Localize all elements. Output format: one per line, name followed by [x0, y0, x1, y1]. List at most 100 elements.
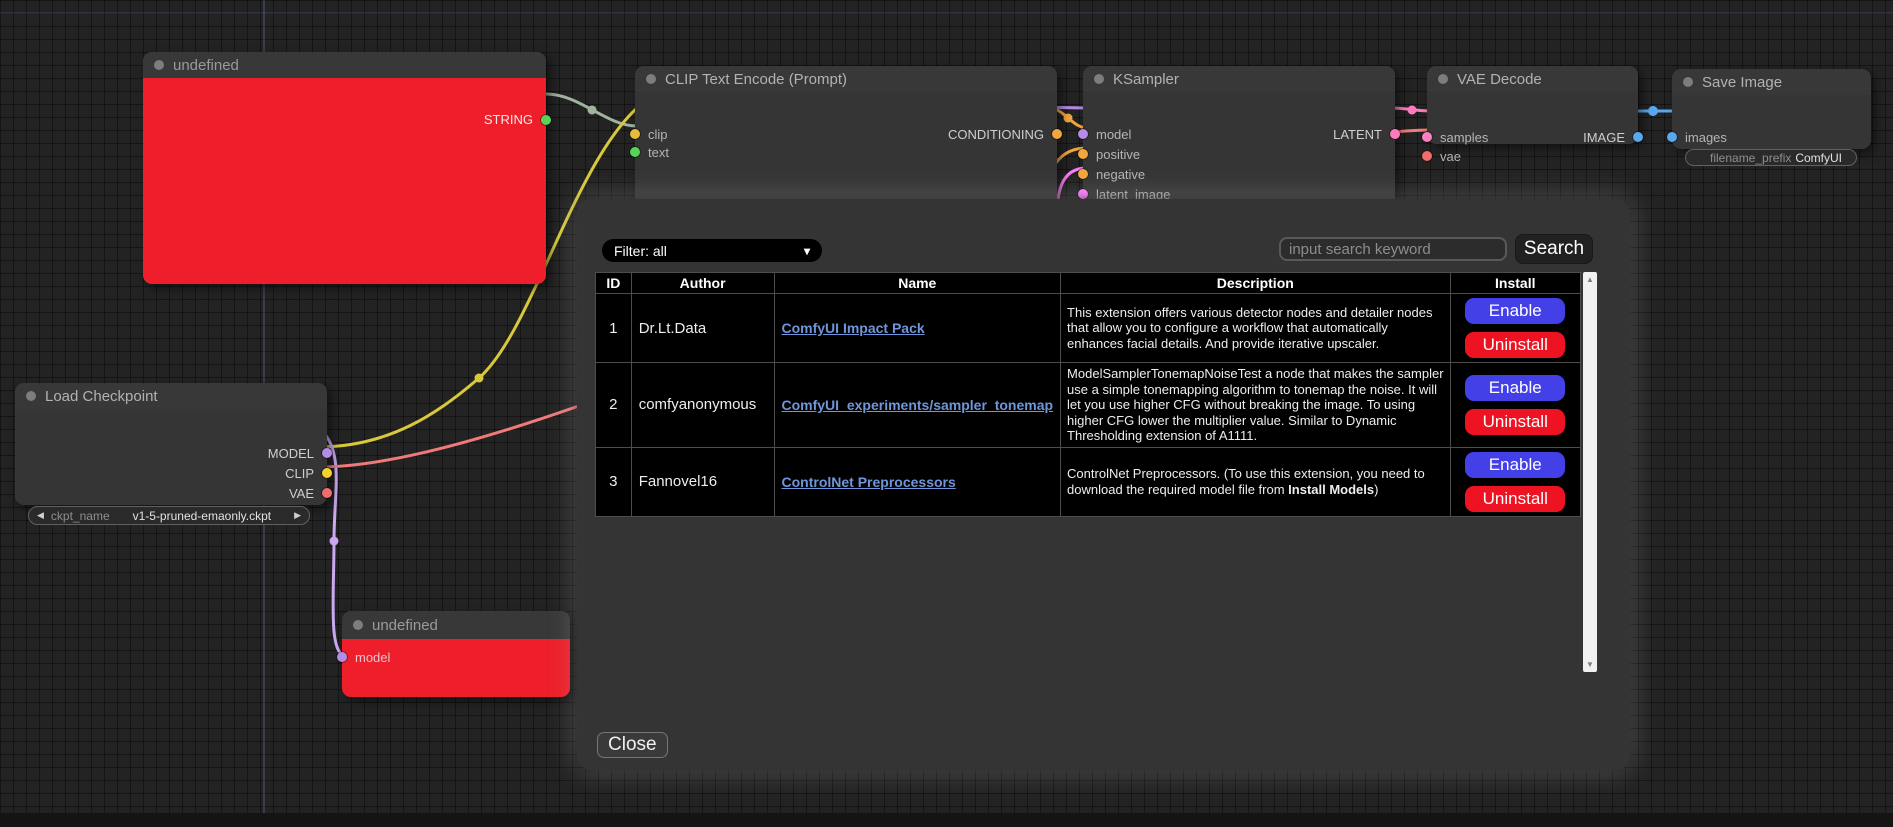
input-port-clip[interactable]	[630, 129, 640, 139]
node-error-body: model	[342, 639, 570, 697]
input-port-positive[interactable]	[1078, 149, 1088, 159]
output-label-clip: CLIP	[285, 467, 314, 481]
extension-table-zone: IDAuthorNameDescriptionInstall 1Dr.Lt.Da…	[595, 272, 1597, 672]
cell-author: comfyanonymous	[631, 363, 774, 448]
cell-name: ComfyUI Impact Pack	[774, 294, 1061, 363]
column-header-install: Install	[1450, 273, 1580, 294]
column-header-description: Description	[1061, 273, 1450, 294]
node-title-bar[interactable]: undefined	[342, 611, 570, 639]
output-port-image[interactable]	[1633, 132, 1643, 142]
description-text: )	[1374, 482, 1378, 497]
input-port-vae[interactable]	[1422, 151, 1432, 161]
ckpt-name-value: v1-5-pruned-emaonly.ckpt	[133, 509, 272, 523]
input-port-model[interactable]	[337, 652, 347, 662]
node-undefined-bottom[interactable]: undefined model	[342, 611, 570, 697]
node-title-bar[interactable]: CLIP Text Encode (Prompt)	[635, 66, 1057, 92]
cell-id: 1	[596, 294, 632, 363]
output-label-vae: VAE	[289, 487, 314, 501]
output-port-model[interactable]	[322, 448, 332, 458]
input-label-negative: negative	[1096, 168, 1145, 182]
cell-description: ModelSamplerTonemapNoiseTest a node that…	[1061, 363, 1450, 448]
node-title: CLIP Text Encode (Prompt)	[665, 71, 847, 88]
scroll-up-icon[interactable]: ▲	[1586, 272, 1594, 287]
input-port-model[interactable]	[1078, 129, 1088, 139]
chevron-down-icon: ▾	[804, 244, 810, 258]
cell-author: Fannovel16	[631, 447, 774, 516]
enable-button[interactable]: Enable	[1465, 375, 1565, 401]
scroll-down-icon[interactable]: ▼	[1586, 657, 1594, 672]
node-status-dot	[1683, 77, 1693, 87]
prev-arrow-icon[interactable]: ◀	[37, 510, 44, 521]
input-label-images: images	[1685, 131, 1727, 145]
enable-button[interactable]: Enable	[1465, 452, 1565, 478]
search-button[interactable]: Search	[1515, 234, 1593, 264]
node-undefined-top[interactable]: undefined STRING	[143, 52, 546, 284]
node-title: undefined	[372, 617, 438, 634]
table-header-row: IDAuthorNameDescriptionInstall	[596, 273, 1581, 294]
column-header-name: Name	[774, 273, 1061, 294]
description-text: This extension offers various detector n…	[1067, 305, 1432, 351]
node-clip-text-encode[interactable]: CLIP Text Encode (Prompt) clip text COND…	[635, 66, 1057, 216]
cell-install: Enable Uninstall	[1450, 294, 1580, 363]
output-port-string[interactable]	[541, 115, 551, 125]
filter-dropdown-label: Filter: all	[614, 243, 667, 259]
extension-link[interactable]: ComfyUI Impact Pack	[782, 320, 925, 336]
node-title-bar[interactable]: Save Image	[1672, 69, 1871, 95]
input-label-samples: samples	[1440, 131, 1488, 145]
table-scrollbar[interactable]: ▲ ▼	[1583, 272, 1597, 672]
filter-dropdown[interactable]: Filter: all ▾	[602, 239, 822, 262]
output-label-image: IMAGE	[1583, 131, 1625, 145]
node-title-bar[interactable]: undefined	[143, 52, 546, 78]
node-status-dot	[154, 60, 164, 70]
filename-prefix-widget[interactable]: filename_prefix ComfyUI	[1685, 149, 1857, 166]
close-button[interactable]: Close	[597, 732, 668, 758]
ckpt-name-widget[interactable]: ◀ ckpt_name v1-5-pruned-emaonly.ckpt ▶	[28, 506, 310, 525]
output-port-vae[interactable]	[322, 488, 332, 498]
uninstall-button[interactable]: Uninstall	[1465, 332, 1565, 358]
next-arrow-icon[interactable]: ▶	[294, 510, 301, 521]
node-status-dot	[1438, 74, 1448, 84]
cell-install: Enable Uninstall	[1450, 447, 1580, 516]
filename-prefix-value: ComfyUI	[1795, 151, 1842, 165]
enable-button[interactable]: Enable	[1465, 298, 1565, 324]
input-port-images[interactable]	[1667, 132, 1677, 142]
node-ksampler[interactable]: KSampler model positive negative latent_…	[1083, 66, 1395, 216]
search-input[interactable]	[1279, 237, 1507, 261]
node-title-bar[interactable]: Load Checkpoint	[15, 383, 327, 409]
cell-name: ComfyUI_experiments/sampler_tonemap	[774, 363, 1061, 448]
output-port-conditioning[interactable]	[1052, 129, 1062, 139]
input-port-latent-image[interactable]	[1078, 189, 1088, 199]
node-vae-decode[interactable]: VAE Decode samples vae IMAGE	[1427, 66, 1638, 144]
node-title-bar[interactable]: VAE Decode	[1427, 66, 1638, 92]
output-port-latent[interactable]	[1390, 129, 1400, 139]
extension-row: 2comfyanonymousComfyUI_experiments/sampl…	[596, 363, 1581, 448]
cell-description: This extension offers various detector n…	[1061, 294, 1450, 363]
input-port-samples[interactable]	[1422, 132, 1432, 142]
node-title: VAE Decode	[1457, 71, 1542, 88]
cell-author: Dr.Lt.Data	[631, 294, 774, 363]
node-load-checkpoint[interactable]: Load Checkpoint MODEL CLIP VAE ◀ ckpt_na…	[15, 383, 327, 505]
extension-row: 1Dr.Lt.Data ComfyUI Impact Pack This exten…	[596, 294, 1581, 363]
input-port-negative[interactable]	[1078, 169, 1088, 179]
extension-link[interactable]: ComfyUI_experiments/sampler_tonemap	[782, 397, 1054, 413]
input-port-text[interactable]	[630, 147, 640, 157]
extension-link[interactable]: ControlNet Preprocessors	[782, 474, 956, 490]
output-label-conditioning: CONDITIONING	[948, 128, 1044, 142]
node-title: Save Image	[1702, 74, 1782, 91]
output-port-clip[interactable]	[322, 468, 332, 478]
uninstall-button[interactable]: Uninstall	[1465, 486, 1565, 512]
node-title: Load Checkpoint	[45, 388, 158, 405]
node-title: KSampler	[1113, 71, 1179, 88]
input-label-model: model	[355, 651, 390, 665]
cell-name: ControlNet Preprocessors	[774, 447, 1061, 516]
node-save-image[interactable]: Save Image images filename_prefix ComfyU…	[1672, 69, 1871, 149]
description-text: ModelSamplerTonemapNoiseTest a node that…	[1067, 366, 1443, 443]
cell-description: ControlNet Preprocessors. (To use this e…	[1061, 447, 1450, 516]
cell-install: Enable Uninstall	[1450, 363, 1580, 448]
filename-prefix-label: filename_prefix	[1710, 151, 1791, 165]
uninstall-button[interactable]: Uninstall	[1465, 409, 1565, 435]
comfyui-canvas: undefined STRING CLIP Text Encode (Promp…	[0, 0, 1893, 827]
input-label-text: text	[648, 146, 669, 160]
node-title-bar[interactable]: KSampler	[1083, 66, 1395, 92]
output-label-latent: LATENT	[1333, 128, 1382, 142]
